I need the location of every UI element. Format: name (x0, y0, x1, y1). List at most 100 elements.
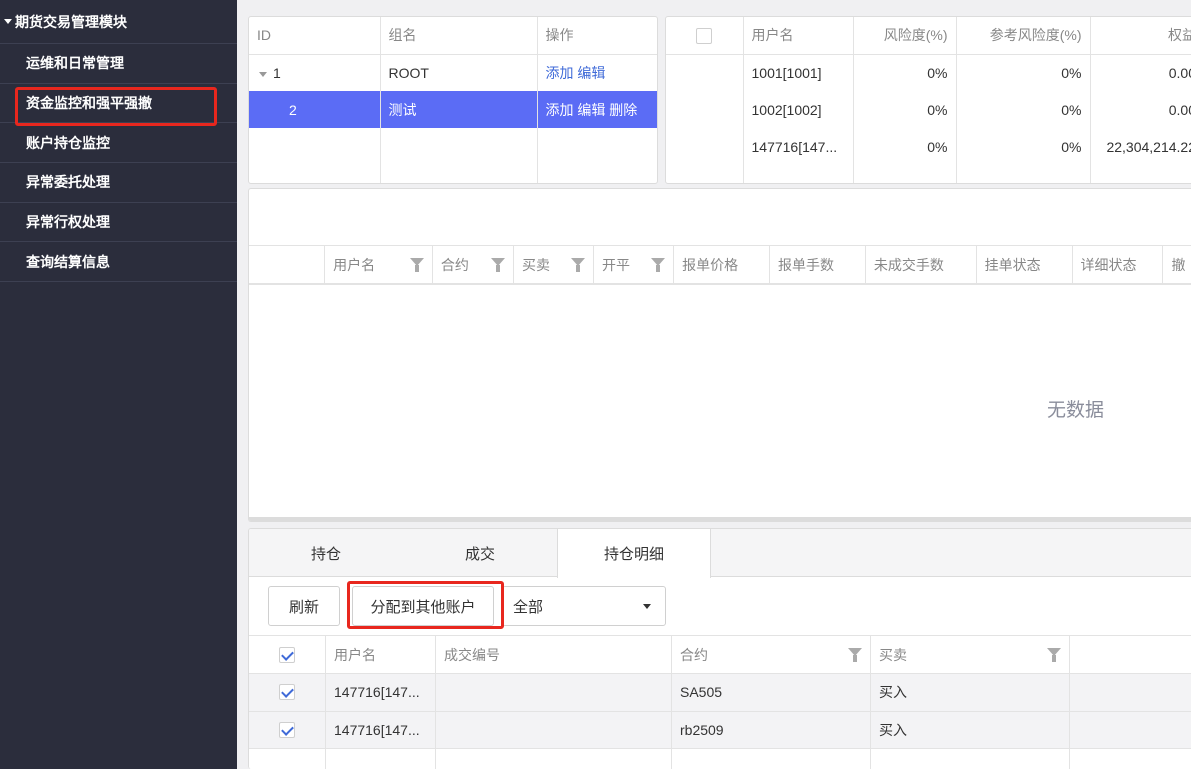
assign-to-other-account-button[interactable]: 分配到其他账户 (352, 586, 494, 626)
sidebar-item-position-monitor[interactable]: 账户持仓监控 (0, 123, 237, 164)
empty-state-text: 无数据 (1047, 400, 1105, 421)
username-cell: 147716[147... (326, 674, 436, 711)
orders-col-side[interactable]: 买卖 (514, 246, 595, 284)
user-risk-table: 用户名 风险度(%) 参考风险度(%) 权益 1001[1001] 0% 0% … (665, 16, 1191, 184)
group-name: ROOT (380, 54, 538, 91)
positions-panel: 持仓 成交 持仓明细 刷新 分配到其他账户 全部 用户名 成交编号 合约 买卖 … (248, 528, 1191, 769)
filter-icon[interactable] (1047, 648, 1061, 662)
filter-icon[interactable] (651, 258, 666, 272)
row-checkbox[interactable] (279, 684, 295, 701)
orders-col-price[interactable]: 报单价格 (674, 246, 771, 284)
orders-col-status[interactable]: 挂单状态 (977, 246, 1073, 284)
module-title: 期货交易管理模块 (15, 13, 127, 30)
filter-select-value: 全部 (513, 598, 544, 616)
table-row[interactable]: 1 ROOT 添加 编辑 (249, 54, 657, 91)
col-label: 用户名 (333, 257, 376, 273)
table-row[interactable]: 147716[147... SA505 买入 (249, 674, 1191, 712)
col-label: 开平 (602, 257, 631, 273)
extra-cell (1070, 712, 1191, 749)
group-id: 1 (273, 64, 281, 81)
col-contract[interactable]: 合约 (672, 636, 871, 673)
risk-cell: 0% (853, 54, 957, 91)
side-cell: 买入 (871, 674, 1070, 711)
table-row[interactable]: 147716[147... 0% 0% 22,304,214.22 (666, 128, 1191, 165)
contract-cell: rb2509 (672, 711, 871, 748)
sidebar: 期货交易管理模块 运维和日常管理 资金监控和强平强撤 账户持仓监控 异常委托处理… (0, 0, 237, 769)
orders-col-cancel[interactable]: 撤 (1163, 246, 1191, 284)
tab-position-details[interactable]: 持仓明细 (557, 529, 711, 578)
col-risk[interactable]: 风险度(%) (853, 17, 957, 55)
trade-no-cell (436, 711, 672, 748)
filter-select[interactable]: 全部 (502, 586, 666, 626)
select-all-checkbox[interactable] (696, 27, 713, 44)
filter-icon[interactable] (490, 258, 505, 272)
tab-trades[interactable]: 成交 (403, 529, 557, 577)
side-cell: 买入 (871, 711, 1070, 748)
ref-risk-cell: 0% (956, 54, 1091, 91)
caret-down-icon (4, 19, 12, 24)
sidebar-item-label: 运维和日常管理 (26, 55, 124, 72)
contract-cell: SA505 (672, 674, 871, 711)
sidebar-item-settlement[interactable]: 查询结算信息 (0, 242, 237, 283)
orders-col-blank (249, 246, 326, 284)
filter-icon[interactable] (848, 648, 862, 662)
table-row[interactable]: 1002[1002] 0% 0% 0.00 (666, 91, 1191, 128)
orders-col-detail-status[interactable]: 详细状态 (1073, 246, 1164, 284)
col-trade-no[interactable]: 成交编号 (436, 636, 672, 673)
extra-cell (1070, 674, 1191, 711)
orders-col-qty[interactable]: 报单手数 (770, 246, 866, 284)
orders-col-contract[interactable]: 合约 (433, 246, 514, 284)
table-header-row: 用户名 成交编号 合约 买卖 (249, 635, 1191, 674)
ref-risk-cell: 0% (956, 128, 1091, 165)
col-equity[interactable]: 权益 (1090, 17, 1191, 55)
module-header[interactable]: 期货交易管理模块 (0, 0, 237, 44)
risk-cell: 0% (853, 128, 957, 165)
username-cell: 147716[147... (743, 128, 854, 165)
col-id[interactable]: ID (249, 17, 381, 55)
sidebar-item-label: 账户持仓监控 (26, 134, 110, 151)
tab-bar: 持仓 成交 持仓明细 (249, 529, 1191, 578)
col-ops: 操作 (537, 17, 657, 55)
filter-icon[interactable] (571, 258, 586, 272)
username-cell: 1002[1002] (743, 91, 854, 128)
risk-cell: 0% (853, 91, 957, 128)
col-label: 买卖 (521, 257, 550, 273)
group-ops-links[interactable]: 添加 编辑 删除 (546, 102, 638, 118)
refresh-button[interactable]: 刷新 (268, 586, 340, 626)
username-cell: 147716[147... (326, 711, 436, 748)
col-side[interactable]: 买卖 (871, 636, 1070, 673)
col-username[interactable]: 用户名 (743, 17, 854, 55)
col-username[interactable]: 用户名 (326, 636, 436, 673)
equity-cell: 0.00 (1168, 64, 1191, 81)
orders-col-username[interactable]: 用户名 (325, 246, 433, 284)
table-row-empty (249, 128, 657, 183)
equity-cell: 0.00 (1168, 101, 1191, 118)
col-extra (1070, 636, 1191, 673)
row-checkbox[interactable] (279, 721, 295, 738)
sidebar-item-fund-monitor[interactable]: 资金监控和强平强撤 (0, 84, 237, 124)
sidebar-item-label: 资金监控和强平强撤 (26, 95, 152, 112)
filter-icon[interactable] (409, 258, 424, 272)
col-ref-risk[interactable]: 参考风险度(%) (956, 17, 1091, 55)
col-label: 合约 (440, 257, 469, 273)
orders-col-unfilled[interactable]: 未成交手数 (866, 246, 977, 284)
trade-no-cell (436, 674, 672, 711)
username-cell: 1001[1001] (743, 54, 854, 91)
tree-toggle-icon[interactable] (259, 71, 267, 77)
horizontal-scrollbar[interactable] (249, 517, 1191, 521)
select-all-checkbox[interactable] (279, 646, 295, 663)
table-row[interactable]: 147716[147... rb2509 买入 (249, 711, 1191, 749)
sidebar-item-abnormal-orders[interactable]: 异常委托处理 (0, 163, 237, 203)
sidebar-item-abnormal-exercise[interactable]: 异常行权处理 (0, 203, 237, 243)
group-table: ID 组名 操作 1 ROOT 添加 编辑 2 测试 添加 编辑 删除 (248, 16, 658, 184)
col-group-name[interactable]: 组名 (380, 17, 538, 55)
col-label: 合约 (680, 646, 708, 663)
position-details-table: 用户名 成交编号 合约 买卖 147716[147... SA505 买入 14… (249, 635, 1191, 769)
table-row[interactable]: 2 测试 添加 编辑 删除 (249, 91, 657, 128)
table-row-empty (249, 749, 1191, 769)
table-row[interactable]: 1001[1001] 0% 0% 0.00 (666, 54, 1191, 91)
sidebar-item-ops[interactable]: 运维和日常管理 (0, 44, 237, 84)
tab-positions[interactable]: 持仓 (249, 529, 403, 577)
group-ops-links[interactable]: 添加 编辑 (546, 65, 606, 81)
orders-col-open-close[interactable]: 开平 (594, 246, 675, 284)
